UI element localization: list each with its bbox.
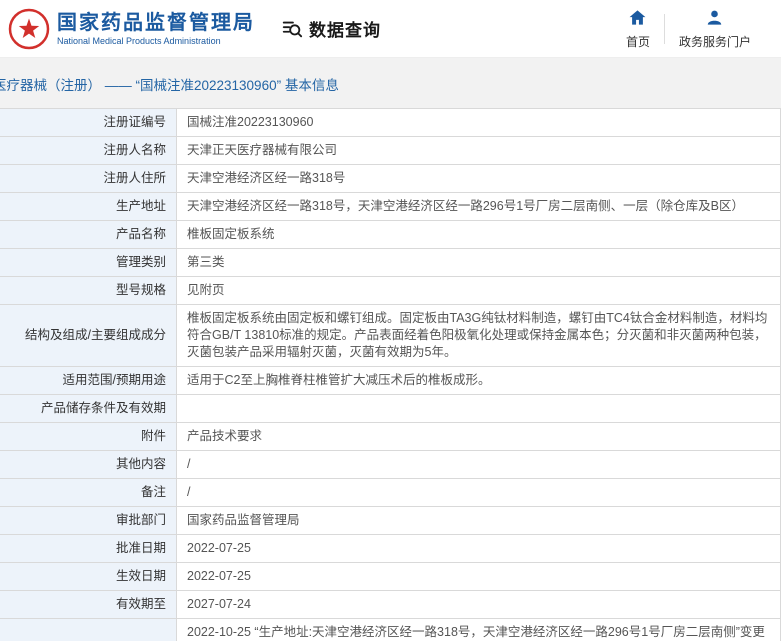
row-label: 注册人名称	[0, 136, 177, 165]
top-header: 国家药品监督管理局 National Medical Products Admi…	[0, 0, 781, 58]
logo-subtitle: National Medical Products Administration	[57, 35, 221, 46]
row-value: 产品技术要求	[176, 422, 781, 451]
table-row: 型号规格 见附页	[0, 276, 781, 305]
row-label: 附件	[0, 422, 177, 451]
row-label: 批准日期	[0, 534, 177, 563]
row-label: 产品储存条件及有效期	[0, 394, 177, 423]
row-label: 适用范围/预期用途	[0, 366, 177, 395]
row-value: 椎板固定板系统	[176, 220, 781, 249]
row-label: 结构及组成/主要组成成分	[0, 304, 177, 367]
table-row: 管理类别 第三类	[0, 248, 781, 277]
row-label: 生产地址	[0, 192, 177, 221]
table-row: 备注 /	[0, 478, 781, 507]
data-query-label: 数据查询	[309, 21, 381, 40]
nav-portal[interactable]: 政务服务门户	[665, 8, 765, 50]
table-row: 适用范围/预期用途 适用于C2至上胸椎脊柱椎管扩大减压术后的椎板成形。	[0, 366, 781, 395]
row-label: 产品名称	[0, 220, 177, 249]
row-value: 椎板固定板系统由固定板和螺钉组成。固定板由TA3G纯钛材料制造，螺钉由TC4钛合…	[176, 304, 781, 367]
search-icon	[281, 18, 303, 40]
nmpa-logo: 国家药品监督管理局 National Medical Products Admi…	[8, 8, 255, 50]
logo-title: 国家药品监督管理局	[57, 11, 255, 34]
table-row: 生产地址 天津空港经济区经一路318号，天津空港经济区经一路296号1号厂房二层南…	[0, 192, 781, 221]
table-row: 审批部门 国家药品监督管理局	[0, 506, 781, 535]
table-row: 产品储存条件及有效期	[0, 394, 781, 423]
table-row: 其他内容 /	[0, 450, 781, 479]
data-query-heading: 数据查询	[281, 16, 381, 41]
row-value: 天津空港经济区经一路318号	[176, 164, 781, 193]
header-nav: 首页 政务服务门户	[612, 8, 765, 50]
row-label: 审批部门	[0, 506, 177, 535]
table-row: 附件 产品技术要求	[0, 422, 781, 451]
home-icon	[628, 8, 647, 30]
nav-portal-label: 政务服务门户	[678, 35, 751, 49]
row-value: 适用于C2至上胸椎脊柱椎管扩大减压术后的椎板成形。	[176, 366, 781, 395]
row-value: 2022-07-25	[176, 562, 781, 591]
portal-icon	[705, 8, 724, 30]
row-value: /	[176, 450, 781, 479]
row-label: 注册证编号	[0, 108, 177, 137]
table-row: 注册人住所 天津空港经济区经一路318号	[0, 164, 781, 193]
table-row: 变更情况2022-10-25 “生产地址:天津空港经济区经一路318号，天津空港…	[0, 618, 781, 641]
row-label: 型号规格	[0, 276, 177, 305]
row-value: /	[176, 478, 781, 507]
table-row: 结构及组成/主要组成成分 椎板固定板系统由固定板和螺钉组成。固定板由TA3G纯钛材…	[0, 304, 781, 367]
row-value: 见附页	[176, 276, 781, 305]
row-label: 有效期至	[0, 590, 177, 619]
row-label: 生效日期	[0, 562, 177, 591]
table-row: 批准日期 2022-07-25	[0, 534, 781, 563]
nav-home[interactable]: 首页	[612, 8, 664, 50]
row-value: 天津正天医疗器械有限公司	[176, 136, 781, 165]
info-table: 注册证编号 国械注准20223130960 注册人名称 天津正天医疗器械有限公司 注册人…	[0, 108, 781, 641]
row-value: 国械注准20223130960	[176, 108, 781, 137]
info-table-body: 注册证编号 国械注准20223130960 注册人名称 天津正天医疗器械有限公司 注册人…	[0, 108, 781, 641]
row-value: 国家药品监督管理局	[176, 506, 781, 535]
table-row: 注册人名称 天津正天医疗器械有限公司	[0, 136, 781, 165]
row-value: 天津空港经济区经一路318号，天津空港经济区经一路296号1号厂房二层南侧、一层…	[176, 192, 781, 221]
main-content: 医疗器械（注册） —— “国械注准20223130960” 基本信息 注册证编号…	[0, 58, 781, 641]
row-label: 备注	[0, 478, 177, 507]
page-title: 医疗器械（注册） —— “国械注准20223130960” 基本信息	[0, 78, 339, 93]
row-label: 变更情况	[0, 618, 177, 641]
row-value: 2027-07-24	[176, 590, 781, 619]
nav-home-label: 首页	[625, 35, 650, 49]
row-label: 其他内容	[0, 450, 177, 479]
row-label: 管理类别	[0, 248, 177, 277]
row-label: 注册人住所	[0, 164, 177, 193]
table-row: 有效期至 2027-07-24	[0, 590, 781, 619]
row-value: 2022-07-25	[176, 534, 781, 563]
logo-text: 国家药品监督管理局 National Medical Products Admi…	[57, 11, 255, 47]
table-row: 产品名称 椎板固定板系统	[0, 220, 781, 249]
table-row: 注册证编号 国械注准20223130960	[0, 108, 781, 137]
row-value: 第三类	[176, 248, 781, 277]
row-value	[176, 394, 781, 423]
table-row: 生效日期 2022-07-25	[0, 562, 781, 591]
row-value: 2022-10-25 “生产地址:天津空港经济区经一路318号，天津空港经济区经…	[176, 618, 781, 641]
nmpa-seal-icon	[8, 8, 50, 50]
